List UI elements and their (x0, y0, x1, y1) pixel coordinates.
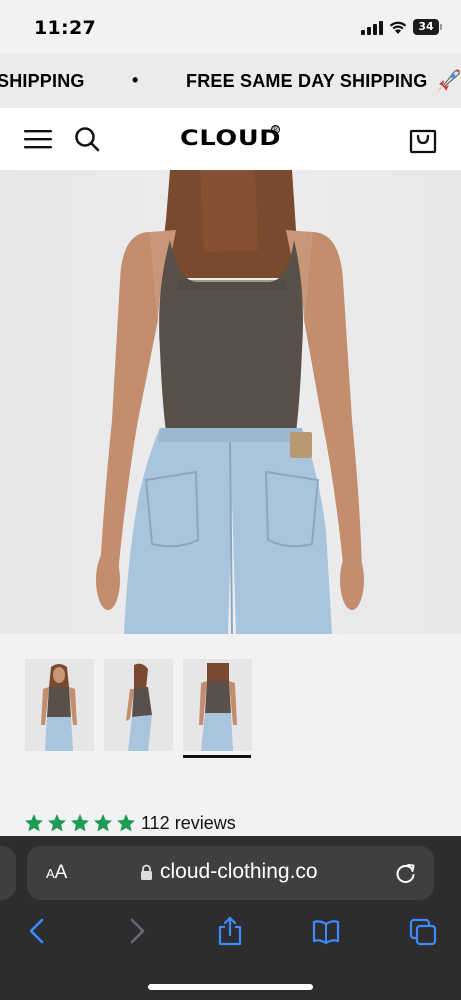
aa-small-letter: A (46, 866, 55, 881)
thumbnail-back-view[interactable] (183, 659, 252, 751)
rocket-icon (437, 69, 460, 93)
home-indicator (148, 984, 313, 990)
reload-icon[interactable] (395, 862, 417, 884)
announcement-bar[interactable]: SHIPPING • FREE SAME DAY SHIPPING (0, 54, 461, 108)
star-icon (25, 814, 43, 832)
browser-toolbar: AA cloud-clothing.co (0, 836, 461, 1000)
url-text[interactable]: cloud-clothing.co (160, 860, 318, 884)
forward-icon[interactable] (122, 916, 150, 946)
battery-cap (440, 24, 442, 30)
logo-registered-mark: ® (271, 125, 280, 134)
site-header: CLOUD ® (0, 108, 461, 170)
product-gallery: 112 reviews (0, 634, 461, 834)
announcement-fragment: SHIPPING (0, 71, 85, 91)
battery-indicator: 34 (413, 19, 443, 35)
star-icon (48, 814, 66, 832)
announcement-separator: • (132, 70, 139, 90)
announcement-message: FREE SAME DAY SHIPPING (186, 71, 428, 91)
menu-icon[interactable] (24, 128, 52, 150)
lock-icon (141, 864, 152, 880)
star-icon (117, 814, 135, 832)
model-back-view-illustration (96, 170, 364, 634)
search-icon[interactable] (74, 126, 100, 152)
wifi-icon (389, 21, 407, 34)
bookmarks-icon[interactable] (312, 916, 340, 946)
star-icon (71, 814, 89, 832)
address-bar[interactable]: AA cloud-clothing.co (27, 846, 434, 900)
status-time: 11:27 (34, 17, 96, 39)
thumbnail-selected-indicator (183, 755, 251, 758)
reviews-count[interactable]: 112 reviews (141, 813, 236, 834)
product-main-image[interactable] (0, 170, 461, 634)
back-icon[interactable] (24, 916, 52, 946)
status-bar: 11:27 34 (0, 0, 461, 54)
battery-level: 34 (413, 19, 439, 35)
thumbnail-front-view[interactable] (25, 659, 94, 751)
previous-tab-edge[interactable] (0, 846, 16, 900)
cellular-signal-icon (361, 21, 383, 35)
share-icon[interactable] (216, 916, 244, 946)
aa-big-letter: A (54, 862, 68, 883)
brand-logo[interactable]: CLOUD (180, 126, 281, 150)
bag-icon[interactable] (409, 124, 437, 154)
thumbnail-side-view[interactable] (104, 659, 173, 751)
star-icon (94, 814, 112, 832)
tabs-icon[interactable] (409, 916, 437, 946)
reader-options-button[interactable]: AA (46, 862, 67, 884)
